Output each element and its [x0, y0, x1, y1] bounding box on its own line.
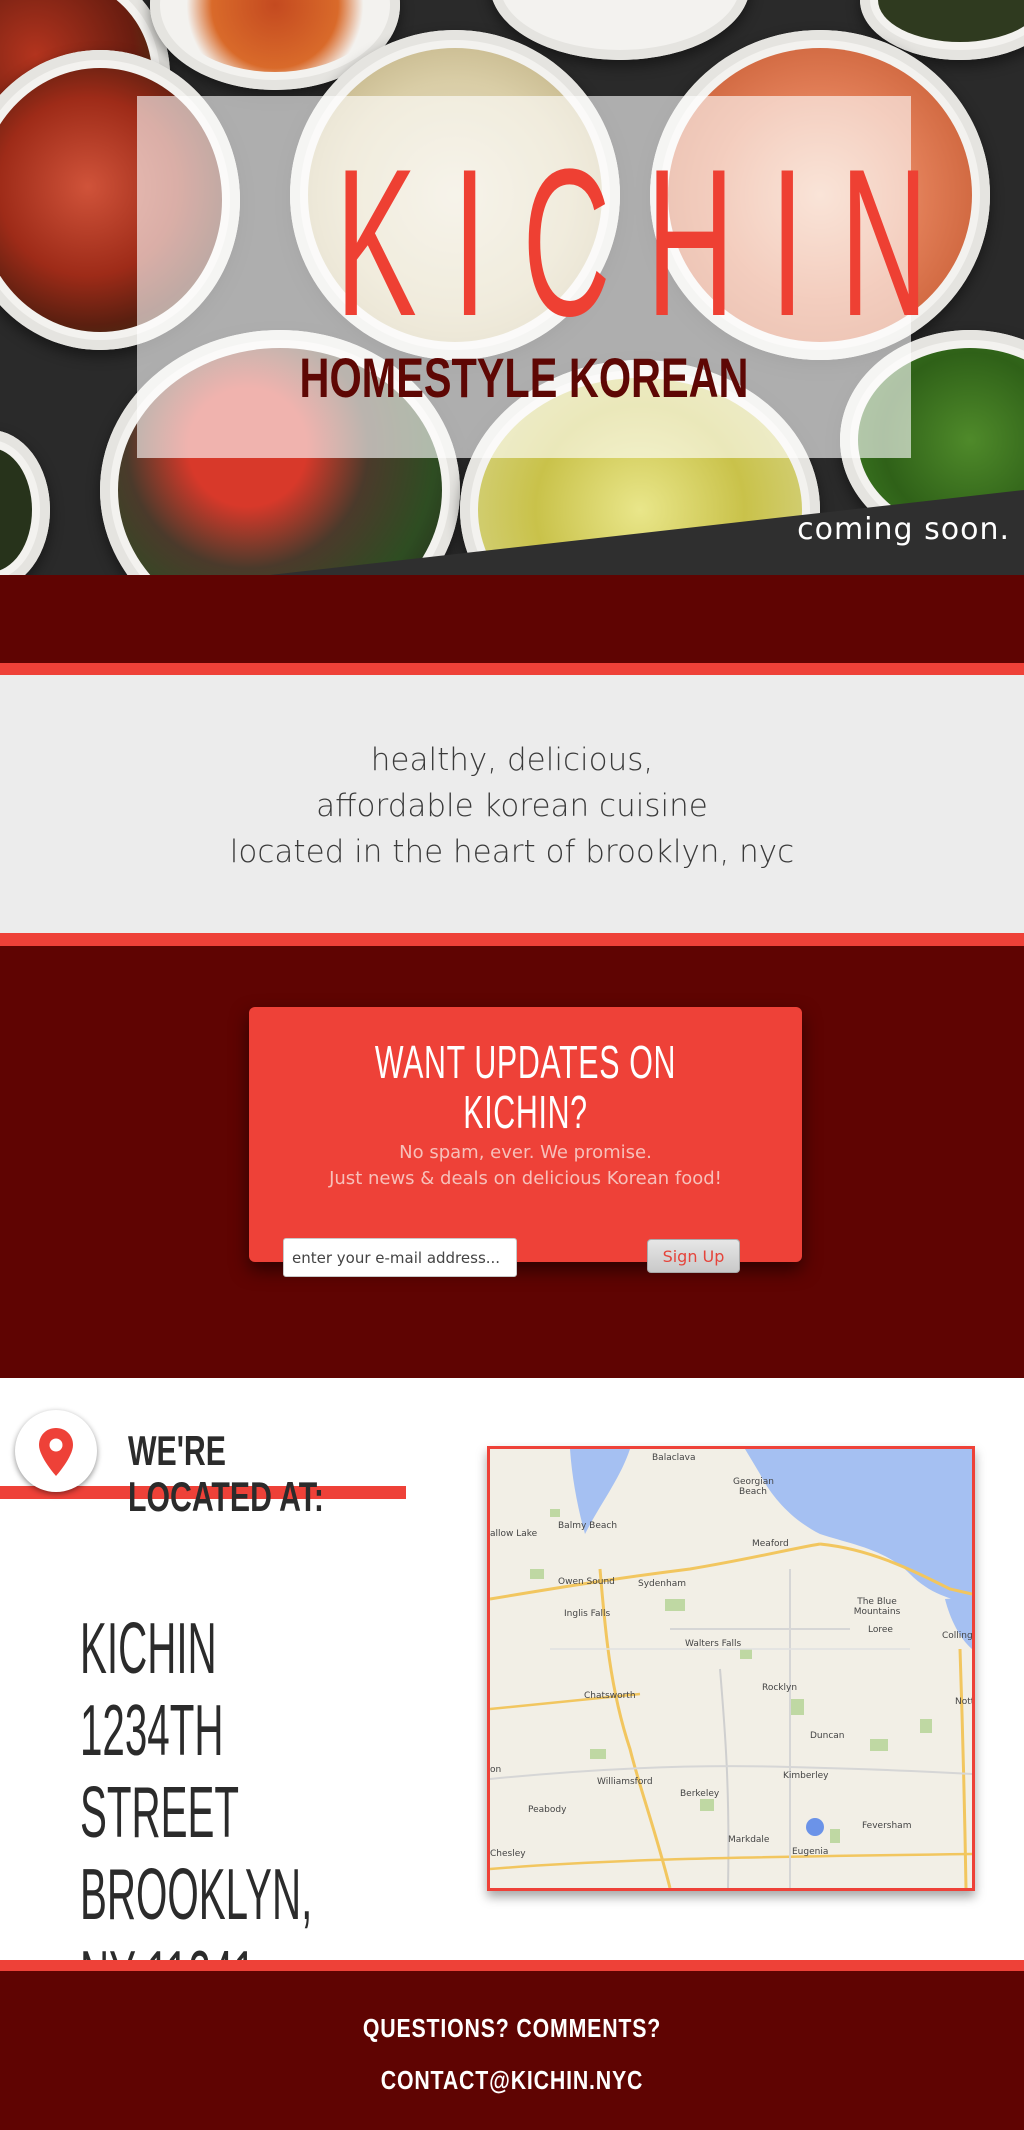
brand-tagline: HOMESTYLE KOREAN [299, 346, 749, 409]
map-label: Loree [868, 1625, 893, 1635]
hero-bottom-strip [0, 575, 1024, 663]
hero-title-card: KICHIN HOMESTYLE KOREAN [137, 96, 965, 458]
map-label: Owen Sound [558, 1577, 615, 1587]
map-label: The Blue Mountains [853, 1597, 901, 1617]
signup-section: WANT UPDATES ON KICHIN? No spam, ever. W… [0, 946, 1024, 1378]
map-label: on [490, 1765, 502, 1775]
footer-questions: QUESTIONS? COMMENTS? [362, 2013, 662, 2043]
map-label: Meaford [752, 1539, 789, 1549]
map-label: Berkeley [680, 1789, 720, 1799]
map-label: Balmy Beach [558, 1521, 618, 1531]
signup-card: WANT UPDATES ON KICHIN? No spam, ever. W… [249, 1007, 802, 1277]
address-block: KICHIN 1234TH STREET BROOKLYN, NY 11241 [80, 1608, 315, 2018]
about-line: located in the heart of brooklyn, nyc [229, 834, 795, 870]
map-label: Chesley [490, 1849, 526, 1859]
sign-up-button[interactable]: Sign Up [647, 1239, 740, 1273]
signup-title: WANT UPDATES ON KICHIN? [374, 1036, 677, 1138]
location-heading: WE'RE LOCATED AT: [128, 1427, 324, 1520]
map-label: Chatsworth [584, 1691, 636, 1701]
map-label: Peabody [528, 1805, 567, 1815]
map-label: Rocklyn [762, 1683, 798, 1693]
about-line: healthy, delicious, [370, 742, 654, 778]
map-label: Balaclava [652, 1453, 696, 1463]
address-line: 1234TH STREET [80, 1691, 240, 1853]
map-label: Georgian Beach [733, 1477, 774, 1497]
coming-soon-text: coming soon. [797, 512, 1010, 547]
map-label: Collingw [942, 1631, 973, 1641]
map-label: Walters Falls [685, 1639, 742, 1649]
location-map[interactable]: Balaclava Georgian Beach Meaford Balmy B… [487, 1446, 975, 1891]
about-line: affordable korean cuisine [316, 788, 708, 824]
signup-subtitle-line: No spam, ever. We promise. [399, 1142, 652, 1163]
location-section: WE'RE LOCATED AT: KICHIN 1234TH STREET B… [0, 1378, 1024, 2017]
divider-line [0, 663, 1024, 675]
pin-badge [15, 1410, 97, 1492]
contact-email-link[interactable]: CONTACT@KICHIN.NYC [92, 2065, 932, 2095]
map-label: Nott [955, 1697, 975, 1707]
map-label: allow Lake [490, 1529, 538, 1539]
footer: QUESTIONS? COMMENTS? CONTACT@KICHIN.NYC [0, 1971, 1024, 2130]
address-line: KICHIN [80, 1609, 217, 1689]
divider-line [0, 1960, 1024, 1971]
hero-banner: coming soon. KICHIN HOMESTYLE KOREAN [0, 0, 1024, 575]
divider-line [0, 933, 1024, 946]
map-label: Inglis Falls [564, 1609, 611, 1619]
map-label: Kimberley [783, 1771, 829, 1781]
email-input[interactable] [283, 1238, 517, 1277]
map-label: Eugenia [792, 1847, 829, 1857]
brand-title: KICHIN [335, 125, 965, 360]
signup-subtitle-line: Just news & deals on delicious Korean fo… [329, 1168, 722, 1189]
signup-subtitle: No spam, ever. We promise. Just news & d… [249, 1140, 802, 1192]
map-label: Duncan [810, 1731, 845, 1741]
map-pin-icon [39, 1428, 73, 1476]
map-label: Feversham [862, 1821, 912, 1831]
map-label: Markdale [728, 1835, 770, 1845]
map-label: Sydenham [638, 1579, 686, 1589]
about-section: healthy, delicious, affordable korean cu… [0, 675, 1024, 933]
map-label: Williamsford [597, 1777, 653, 1787]
